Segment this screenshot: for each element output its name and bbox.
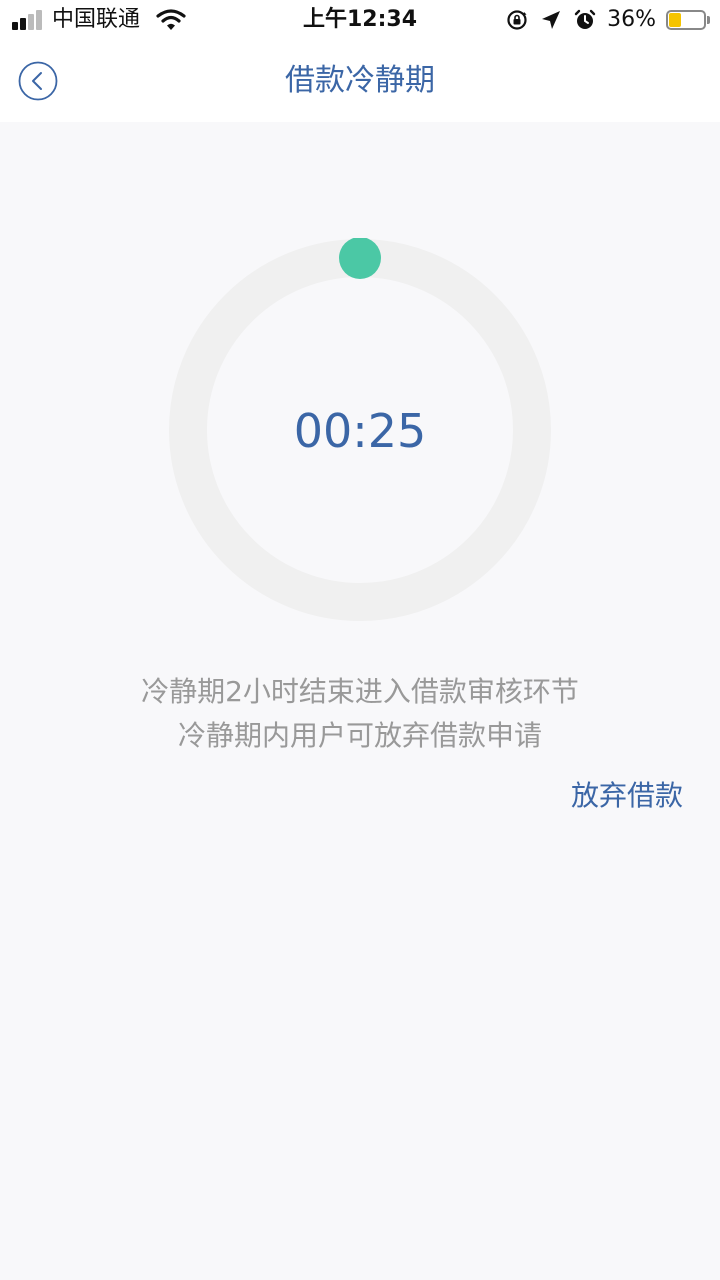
navigation-bar: 借款冷静期 xyxy=(0,40,720,122)
alarm-icon xyxy=(574,9,596,29)
progress-indicator xyxy=(339,238,381,279)
description-line-1: 冷静期2小时结束进入借款审核环节 xyxy=(141,675,579,708)
status-bar: 中国联通 上午12:34 36% xyxy=(0,0,720,40)
page-title: 借款冷静期 xyxy=(285,63,435,98)
battery-icon xyxy=(666,10,710,30)
abandon-loan-button[interactable]: 放弃借款 xyxy=(571,776,683,816)
description-line-2: 冷静期内用户可放弃借款申请 xyxy=(177,719,542,752)
main-content: 00:25 冷静期2小时结束进入借款审核环节 冷静期内用户可放弃借款申请 放弃借… xyxy=(0,122,720,1280)
orientation-lock-icon xyxy=(507,10,527,30)
status-indicators: 36% xyxy=(505,6,710,34)
countdown-timer: 00:25 xyxy=(293,404,427,458)
battery-level xyxy=(669,13,681,27)
location-icon xyxy=(542,11,561,29)
countdown-ring: 00:25 xyxy=(168,238,552,622)
battery-percent: 36% xyxy=(607,7,656,32)
